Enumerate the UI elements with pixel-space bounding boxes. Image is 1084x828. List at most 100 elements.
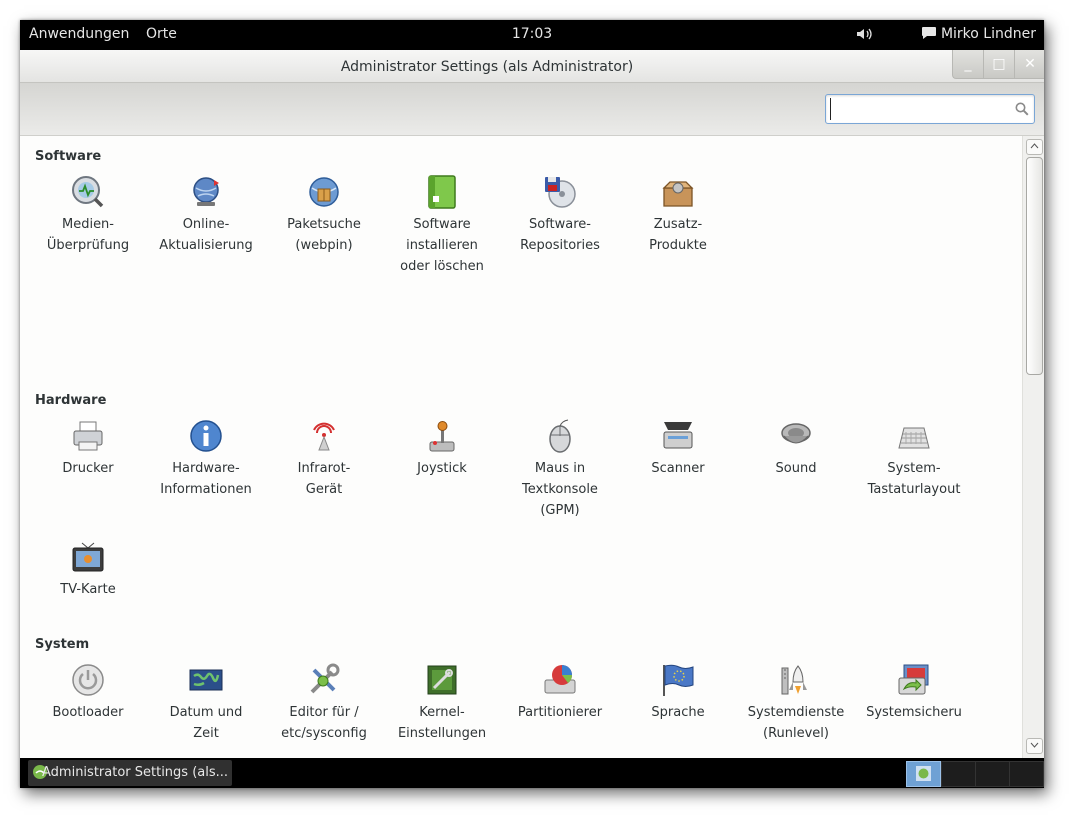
workspace-4[interactable] xyxy=(1009,761,1044,787)
search-input[interactable] xyxy=(830,98,1011,120)
bootloader-icon xyxy=(70,662,106,698)
scroll-down-button[interactable] xyxy=(1026,738,1043,754)
vertical-scrollbar[interactable] xyxy=(1022,136,1044,758)
minimize-icon: _ xyxy=(964,56,972,72)
workspace-thumbnail-icon xyxy=(916,766,931,781)
maximize-icon: □ xyxy=(992,56,1006,72)
module-label: Scanner xyxy=(651,461,705,476)
scroll-up-button[interactable] xyxy=(1026,139,1043,155)
module-label: System- Tastaturlayout xyxy=(867,461,961,497)
module-label: Datum und Zeit xyxy=(169,705,243,741)
date-time-icon xyxy=(188,662,224,698)
module-label: Software- Repositories xyxy=(520,217,600,253)
module-keyboard[interactable]: System- Tastaturlayout xyxy=(855,418,973,500)
hardware-info-icon xyxy=(188,418,224,454)
module-sound[interactable]: Sound xyxy=(737,418,855,479)
top-panel: Anwendungen Orte 17:03 Mirko Lindner xyxy=(20,20,1044,50)
addon-products-icon xyxy=(660,174,696,210)
chevron-up-icon xyxy=(1030,143,1039,149)
window-titlebar[interactable]: Administrator Settings (als Administrato… xyxy=(20,50,1044,83)
module-joystick[interactable]: Joystick xyxy=(383,418,501,479)
module-label: Sprache xyxy=(651,705,705,720)
module-label: Joystick xyxy=(417,461,467,476)
bottom-panel: Administrator Settings (als... xyxy=(20,758,1044,788)
module-label: Systemdienste (Runlevel) xyxy=(747,705,845,741)
search-icon[interactable] xyxy=(1015,101,1029,120)
search-box[interactable] xyxy=(825,94,1035,124)
maximize-button[interactable]: □ xyxy=(983,50,1014,79)
module-label: Drucker xyxy=(62,461,114,476)
mouse-icon xyxy=(542,418,578,454)
module-label: Sound xyxy=(775,461,817,476)
volume-icon[interactable] xyxy=(856,27,874,45)
module-infrared[interactable]: Infrarot- Gerät xyxy=(265,418,383,500)
close-button[interactable]: ✕ xyxy=(1014,50,1044,79)
module-tv-card[interactable]: TV-Karte xyxy=(29,539,147,600)
user-menu[interactable]: Mirko Lindner xyxy=(921,26,1036,44)
module-label: Partitionierer xyxy=(517,705,603,720)
module-package-search[interactable]: Paketsuche (webpin) xyxy=(265,174,383,256)
sound-icon xyxy=(778,418,814,454)
module-label: Bootloader xyxy=(52,705,124,720)
places-menu[interactable]: Orte xyxy=(146,26,177,42)
minimize-button[interactable]: _ xyxy=(952,50,983,79)
chat-icon xyxy=(921,26,937,44)
module-scanner[interactable]: Scanner xyxy=(619,418,737,479)
clock[interactable]: 17:03 xyxy=(512,26,552,42)
close-icon: ✕ xyxy=(1024,56,1036,72)
module-bootloader[interactable]: Bootloader xyxy=(29,662,147,723)
module-label: Online- Aktualisierung xyxy=(159,217,253,253)
workspace-1[interactable] xyxy=(906,761,941,787)
module-label: TV-Karte xyxy=(60,582,116,597)
module-repositories[interactable]: Software- Repositories xyxy=(501,174,619,256)
module-label: Zusatz- Produkte xyxy=(649,217,707,253)
workspace-3[interactable] xyxy=(975,761,1010,787)
module-addon-products[interactable]: Zusatz- Produkte xyxy=(619,174,737,256)
module-label: Infrarot- Gerät xyxy=(297,461,351,497)
module-language[interactable]: Sprache xyxy=(619,662,737,723)
scanner-icon xyxy=(660,418,696,454)
taskbar-window-button[interactable]: Administrator Settings (als... xyxy=(28,760,232,786)
tv-card-icon xyxy=(70,539,106,575)
module-kernel-settings[interactable]: Kernel- Einstellungen xyxy=(383,662,501,744)
applications-menu[interactable]: Anwendungen xyxy=(29,26,129,42)
media-check-icon xyxy=(70,174,106,210)
module-label: Editor für / etc/sysconfig xyxy=(281,705,367,741)
module-system-services[interactable]: Systemdienste (Runlevel) xyxy=(737,662,855,744)
chevron-down-icon xyxy=(1030,742,1039,748)
module-partitioner[interactable]: Partitionierer xyxy=(501,662,619,723)
kernel-settings-icon xyxy=(424,662,460,698)
module-label: Systemsicheru xyxy=(866,705,962,720)
module-label: Kernel- Einstellungen xyxy=(397,705,487,741)
module-sysconfig-editor[interactable]: Editor für / etc/sysconfig xyxy=(265,662,383,744)
module-label: Maus in Textkonsole (GPM) xyxy=(522,461,598,518)
sysconfig-editor-icon xyxy=(306,662,342,698)
scroll-thumb[interactable] xyxy=(1026,157,1043,375)
module-label: Paketsuche (webpin) xyxy=(287,217,361,253)
package-search-icon xyxy=(306,174,342,210)
repositories-icon xyxy=(542,174,578,210)
module-mouse[interactable]: Maus in Textkonsole (GPM) xyxy=(501,418,619,521)
joystick-icon xyxy=(424,418,460,454)
software-install-icon xyxy=(424,174,460,210)
window-title: Administrator Settings (als Administrato… xyxy=(340,59,634,75)
keyboard-icon xyxy=(896,418,932,454)
module-label: Hardware- Informationen xyxy=(160,461,252,497)
system-backup-icon xyxy=(896,662,932,698)
infrared-icon xyxy=(306,418,342,454)
module-date-time[interactable]: Datum und Zeit xyxy=(147,662,265,744)
module-software-install[interactable]: Software installieren oder löschen xyxy=(383,174,501,277)
section-title-software: Software xyxy=(35,149,102,164)
module-online-update[interactable]: Online- Aktualisierung xyxy=(147,174,265,256)
taskbar-window-label: Administrator Settings (als... xyxy=(42,765,229,780)
desktop-screen: Anwendungen Orte 17:03 Mirko Lindner Adm… xyxy=(20,20,1044,788)
module-printer[interactable]: Drucker xyxy=(29,418,147,479)
module-label: Software installieren oder löschen xyxy=(400,217,484,274)
module-hardware-info[interactable]: Hardware- Informationen xyxy=(147,418,265,500)
printer-icon xyxy=(70,418,106,454)
modules-view: Software Medien- Überprüfung Online- Akt… xyxy=(20,136,1022,758)
language-icon xyxy=(660,662,696,698)
module-media-check[interactable]: Medien- Überprüfung xyxy=(29,174,147,256)
workspace-2[interactable] xyxy=(941,761,976,787)
module-system-backup[interactable]: Systemsicheru xyxy=(855,662,973,723)
